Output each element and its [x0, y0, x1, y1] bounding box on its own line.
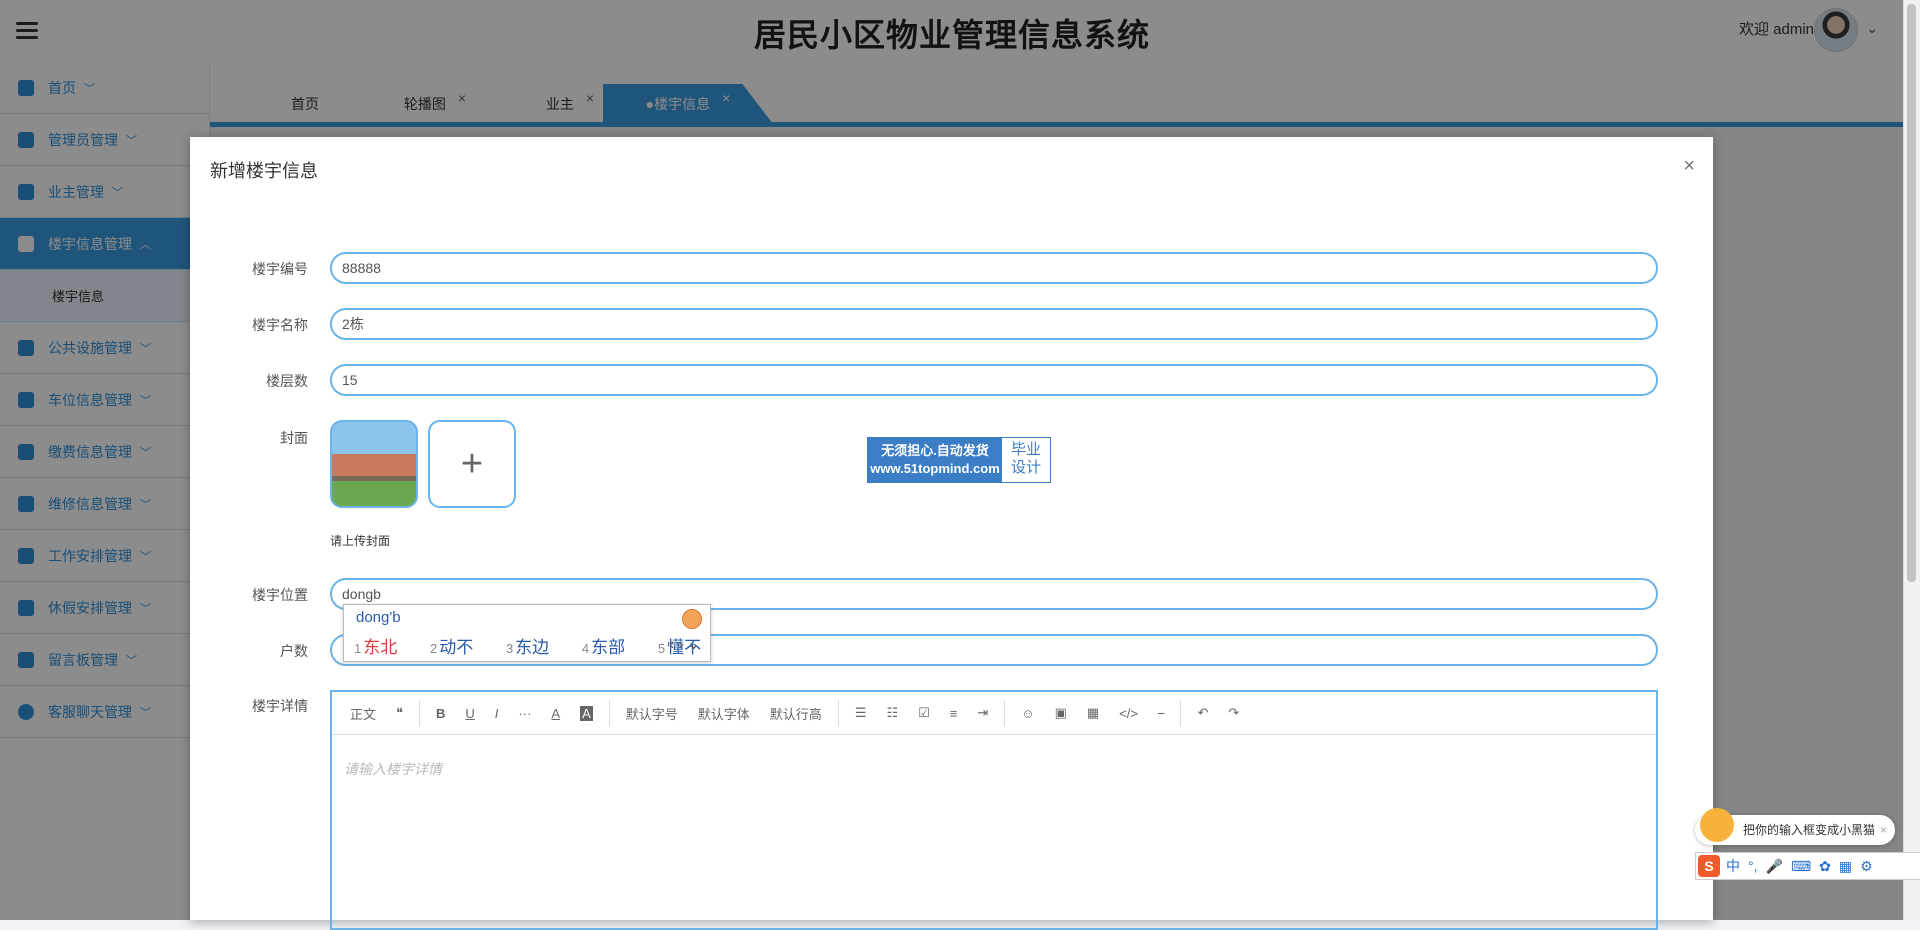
building-name-input[interactable]: 2栋: [330, 308, 1658, 340]
candidate-word: 东边: [515, 638, 550, 657]
ime-candidate-popup: dong'b 1 东北 2 动不 3 东边 4 东部 5 懂不 ‹ › ⌄: [343, 604, 711, 662]
page-scrollbar[interactable]: [1903, 0, 1920, 920]
building-location-label: 楼宇位置: [252, 587, 308, 603]
toolbar-divider: [837, 700, 839, 726]
ime-page-nav[interactable]: ‹ › ⌄: [669, 635, 700, 653]
toolbar-divider: [1004, 700, 1006, 726]
toolbar-divider: [1180, 700, 1182, 726]
building-code-input[interactable]: 88888: [330, 252, 1658, 284]
ime-candidate[interactable]: 4 东部: [582, 638, 639, 657]
candidate-number: 3: [505, 641, 514, 656]
cover-thumbnail[interactable]: [330, 420, 418, 508]
scrollbar-thumb[interactable]: [1907, 4, 1916, 582]
ime-lang-toggle[interactable]: 中: [1726, 856, 1740, 876]
font-size-select[interactable]: 默认字号: [626, 704, 678, 723]
ime-tip-text: 把你的输入框变成小黑猫: [1743, 823, 1876, 837]
candidate-number: 1: [354, 641, 362, 656]
candidate-word: 东部: [591, 638, 626, 657]
skin-icon[interactable]: ✿: [1819, 858, 1831, 875]
image-icon[interactable]: ▣: [1055, 705, 1067, 721]
ime-candidate[interactable]: 3 东边: [506, 638, 563, 657]
candidate-word: 动不: [439, 638, 474, 657]
sogou-logo-icon[interactable]: S: [1698, 855, 1720, 877]
editor-placeholder: 请输入楼宇详情: [344, 761, 442, 777]
close-icon[interactable]: ×: [1683, 155, 1695, 178]
font-color-icon[interactable]: A: [551, 706, 560, 721]
ime-skin-icon[interactable]: [682, 609, 702, 629]
ime-composition: dong'b: [356, 609, 401, 626]
line-height-select[interactable]: 默认行高: [770, 704, 822, 723]
toolbar-divider: [608, 700, 610, 726]
ime-punct-toggle[interactable]: °,: [1748, 858, 1758, 874]
cover-label: 封面: [280, 430, 308, 446]
candidate-number: 2: [429, 641, 438, 656]
bold-icon[interactable]: B: [436, 706, 445, 721]
ime-candidate[interactable]: 1 东北: [354, 638, 411, 657]
building-code-label: 楼宇编号: [252, 261, 308, 277]
code-icon[interactable]: </>: [1119, 706, 1138, 721]
households-label: 户数: [280, 643, 308, 659]
underline-icon[interactable]: U: [465, 706, 474, 721]
ad-line1: 无须担心.自动发货: [881, 443, 989, 458]
toolbox-icon[interactable]: ▦: [1839, 858, 1852, 875]
add-building-dialog: 新增楼宇信息 × 楼宇编号 88888 楼宇名称 2栋 楼层数 15 封面 + …: [190, 137, 1713, 930]
ad-right2: 设计: [1010, 459, 1041, 476]
todo-icon[interactable]: ☑: [918, 705, 930, 721]
background-color-icon[interactable]: A: [580, 705, 593, 721]
upload-tip: 请上传封面: [330, 534, 391, 548]
candidate-word: 东北: [363, 638, 398, 657]
close-icon[interactable]: ×: [1880, 815, 1887, 845]
redo-icon[interactable]: ↷: [1228, 705, 1239, 721]
font-family-select[interactable]: 默认字体: [698, 704, 750, 723]
ime-status-bar: S 中 °, 🎤 ⌨ ✿ ▦ ⚙: [1695, 852, 1920, 880]
upload-add-button[interactable]: +: [428, 420, 516, 508]
floor-count-input[interactable]: 15: [330, 364, 1658, 396]
candidate-number: 4: [581, 641, 590, 656]
align-icon[interactable]: ≡: [950, 706, 958, 721]
candidate-number: 5: [657, 641, 666, 656]
toolbar-divider: [419, 700, 421, 726]
more-icon[interactable]: ···: [518, 706, 531, 721]
dialog-title: 新增楼宇信息: [210, 161, 318, 181]
undo-icon[interactable]: ↶: [1197, 705, 1208, 721]
sun-mascot-icon: [1700, 808, 1734, 842]
rich-text-editor[interactable]: 正文 ❝ B U I ··· A A 默认字号 默认字体 默认行高 ☰ ☷ ☑ …: [330, 690, 1658, 930]
divider-line-icon[interactable]: ⎯: [1158, 705, 1165, 721]
indent-icon[interactable]: ⇥: [977, 705, 988, 721]
building-detail-label: 楼宇详情: [252, 698, 308, 714]
ime-candidate[interactable]: 2 动不: [430, 638, 487, 657]
paragraph-format-select[interactable]: 正文: [350, 704, 376, 723]
floor-count-label: 楼层数: [266, 373, 308, 389]
bullet-list-icon[interactable]: ☰: [855, 705, 867, 721]
ad-right1: 毕业: [1010, 441, 1041, 458]
emoji-icon[interactable]: ☺: [1021, 706, 1034, 721]
italic-icon[interactable]: I: [495, 706, 499, 721]
building-name-label: 楼宇名称: [252, 317, 308, 333]
microphone-icon[interactable]: 🎤: [1766, 858, 1783, 875]
editor-toolbar: 正文 ❝ B U I ··· A A 默认字号 默认字体 默认行高 ☰ ☷ ☑ …: [332, 692, 1656, 735]
watermark-ad: 无须担心.自动发货 www.51topmind.com 毕业 设计: [867, 437, 1051, 483]
quote-icon[interactable]: ❝: [396, 705, 403, 721]
keyboard-icon[interactable]: ⌨: [1791, 858, 1811, 875]
numbered-list-icon[interactable]: ☷: [886, 705, 898, 721]
settings-icon[interactable]: ⚙: [1860, 858, 1873, 875]
table-icon[interactable]: ▦: [1087, 705, 1099, 721]
ad-line2: www.51topmind.com: [870, 461, 1000, 476]
